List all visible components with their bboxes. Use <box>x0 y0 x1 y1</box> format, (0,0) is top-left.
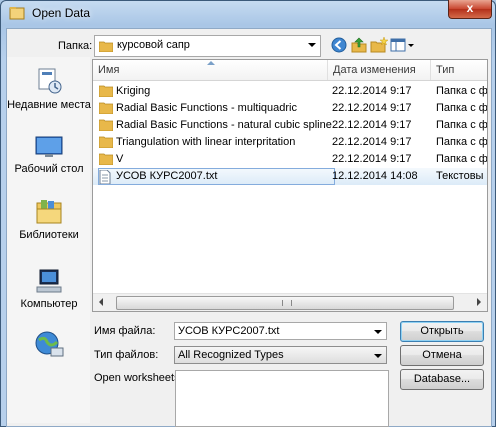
file-row-selected[interactable]: УСОВ КУРС2007.txt 12.12.2014 14:08 Текст… <box>93 168 487 185</box>
file-date: 22.12.2014 9:17 <box>332 136 412 148</box>
file-row[interactable]: Triangulation with linear interpritation… <box>93 134 487 151</box>
filetype-label: Тип файлов: <box>94 349 159 361</box>
filetype-value: All Recognized Types <box>178 349 284 361</box>
place-computer-label: Компьютер <box>20 298 78 310</box>
place-network[interactable] <box>7 330 91 362</box>
file-date: 22.12.2014 9:17 <box>332 153 412 165</box>
folder-icon <box>99 119 113 131</box>
recent-places-icon <box>38 68 62 94</box>
column-header-date[interactable]: Дата изменения <box>328 60 431 80</box>
libraries-icon <box>36 200 62 224</box>
file-name: УСОВ КУРС2007.txt <box>116 170 218 182</box>
file-type: Папка с ф <box>436 153 488 165</box>
window-title: Open Data <box>32 6 91 20</box>
horizontal-scrollbar[interactable] <box>93 293 487 311</box>
open-button[interactable]: Открыть <box>400 321 484 342</box>
file-type: Текстовы <box>436 170 484 182</box>
column-date-label: Дата изменения <box>333 64 416 76</box>
place-libraries-label: Библиотеки <box>19 229 79 241</box>
place-recent-label: Недавние места <box>7 99 91 111</box>
text-file-icon <box>99 170 111 184</box>
file-date: 22.12.2014 9:17 <box>332 102 412 114</box>
file-name: Triangulation with linear interpritation <box>116 136 296 148</box>
place-desktop[interactable]: Рабочий стол <box>7 135 91 176</box>
place-libraries[interactable]: Библиотеки <box>7 199 91 242</box>
scroll-right-icon[interactable] <box>477 298 481 306</box>
folder-icon <box>99 41 113 52</box>
chevron-down-icon[interactable] <box>374 330 382 334</box>
desktop-icon <box>35 136 63 157</box>
look-in-combo[interactable]: курсовой сапр <box>94 35 321 57</box>
list-header: Имя Дата изменения Тип <box>93 60 487 81</box>
file-type: Папка с ф <box>436 85 488 97</box>
new-folder-icon[interactable] <box>370 36 388 54</box>
close-button[interactable]: x <box>448 0 492 19</box>
file-type: Папка с ф <box>436 119 488 131</box>
worksheets-label: Open worksheets: <box>94 372 183 384</box>
scroll-thumb[interactable] <box>116 296 454 310</box>
cancel-button[interactable]: Отмена <box>400 345 484 366</box>
sort-ascending-icon <box>207 61 215 65</box>
file-date: 22.12.2014 9:17 <box>332 85 412 97</box>
file-name: Radial Basic Functions - multiquadric <box>116 102 297 114</box>
computer-icon <box>36 269 62 293</box>
column-header-name[interactable]: Имя <box>93 60 328 80</box>
database-button[interactable]: Database... <box>400 369 484 390</box>
file-name: Radial Basic Functions - natural cubic s… <box>116 119 332 131</box>
worksheets-list[interactable] <box>175 370 389 427</box>
scroll-left-icon[interactable] <box>99 298 103 306</box>
filetype-select[interactable]: All Recognized Types <box>174 346 387 364</box>
column-header-type[interactable]: Тип <box>431 60 487 80</box>
network-icon <box>35 331 64 357</box>
column-name-label: Имя <box>98 64 120 76</box>
place-computer[interactable]: Компьютер <box>7 268 91 311</box>
folder-icon <box>99 153 113 165</box>
view-menu-icon[interactable] <box>390 36 416 54</box>
folder-icon <box>99 136 113 148</box>
up-folder-icon[interactable] <box>350 36 368 54</box>
app-icon <box>9 7 25 20</box>
file-row[interactable]: Radial Basic Functions - natural cubic s… <box>93 117 487 134</box>
look-in-label: Папка: <box>58 40 93 52</box>
file-row[interactable]: Kriging 22.12.2014 9:17 Папка с ф <box>93 83 487 100</box>
grip-icon <box>282 300 292 306</box>
file-date: 12.12.2014 14:08 <box>332 170 418 182</box>
back-icon[interactable] <box>330 36 348 54</box>
filename-label: Имя файла: <box>94 325 156 337</box>
chevron-down-icon[interactable] <box>308 43 316 47</box>
file-list[interactable]: Имя Дата изменения Тип Kriging 22.12.201… <box>92 59 488 312</box>
file-type: Папка с ф <box>436 102 488 114</box>
place-desktop-label: Рабочий стол <box>14 163 84 175</box>
file-row[interactable]: V 22.12.2014 9:17 Папка с ф <box>93 151 487 168</box>
chevron-down-icon[interactable] <box>374 354 382 358</box>
column-type-label: Тип <box>436 64 455 76</box>
file-row[interactable]: Radial Basic Functions - multiquadric 22… <box>93 100 487 117</box>
file-type: Папка с ф <box>436 136 488 148</box>
look-in-value: курсовой сапр <box>117 39 190 51</box>
file-name: V <box>116 153 124 165</box>
place-recent[interactable]: Недавние места <box>7 67 91 112</box>
file-date: 22.12.2014 9:17 <box>332 119 412 131</box>
filename-combo[interactable]: УСОВ КУРС2007.txt <box>174 322 387 340</box>
folder-icon <box>99 85 113 97</box>
file-name: Kriging <box>116 85 151 97</box>
filename-value: УСОВ КУРС2007.txt <box>178 325 280 337</box>
folder-icon <box>99 102 113 114</box>
